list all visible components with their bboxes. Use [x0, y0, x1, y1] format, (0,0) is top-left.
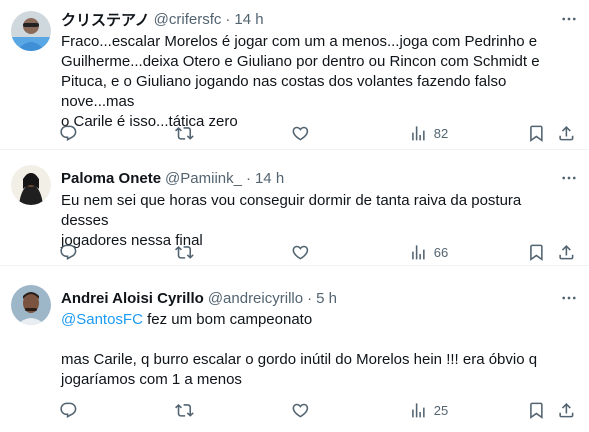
action-bar: 25: [51, 398, 581, 422]
reply-icon: [60, 402, 77, 418]
more-horizontal-icon[interactable]: [559, 9, 579, 29]
tweet-header: Andrei Aloisi Cyrillo @andreicyrillo · 5…: [61, 288, 337, 308]
retweet-icon: [175, 126, 194, 140]
tweet[interactable]: Paloma Onete @Pamiink_ · 14 h Eu nem sei…: [0, 151, 589, 266]
share-icon: [559, 125, 574, 141]
tweet[interactable]: クリステアノ @crifersfc · 14 h Fraco...escalar…: [0, 0, 589, 150]
view-count: 25: [433, 402, 449, 418]
reply-button[interactable]: [59, 240, 78, 264]
bookmark-icon: [530, 402, 543, 419]
action-bar: 82: [51, 121, 581, 145]
view-count: 82: [433, 125, 449, 141]
views-button[interactable]: 82: [409, 121, 448, 145]
like-icon: [292, 245, 309, 260]
share-button[interactable]: [557, 240, 576, 264]
mention-link[interactable]: @SantosFC: [61, 311, 143, 328]
views-icon: [412, 402, 425, 418]
timestamp[interactable]: 5 h: [316, 290, 337, 307]
more-horizontal-icon[interactable]: [559, 288, 579, 308]
view-count: 66: [433, 244, 449, 260]
avatar[interactable]: [11, 11, 51, 51]
user-handle[interactable]: @andreicyrillo: [208, 290, 303, 307]
views-button[interactable]: 66: [409, 240, 448, 264]
share-icon: [559, 244, 574, 260]
bookmark-button[interactable]: [527, 398, 546, 422]
display-name[interactable]: Andrei Aloisi Cyrillo: [61, 290, 204, 307]
tweet-text-line: @SantosFC fez um bom campeonato: [61, 310, 561, 330]
separator-dot: ·: [225, 10, 231, 28]
timestamp[interactable]: 14 h: [234, 11, 263, 28]
views-button[interactable]: 25: [409, 398, 448, 422]
separator-dot: ·: [245, 169, 251, 187]
bookmark-button[interactable]: [527, 121, 546, 145]
like-button[interactable]: [291, 121, 310, 145]
timestamp[interactable]: 14 h: [255, 170, 284, 187]
tweet-text-line: Pituca, e o Giuliano jogando nas costas …: [61, 73, 511, 110]
like-button[interactable]: [291, 398, 310, 422]
views-icon: [412, 125, 425, 141]
display-name[interactable]: クリステアノ: [61, 9, 150, 30]
avatar[interactable]: [11, 165, 51, 205]
retweet-button[interactable]: [175, 398, 194, 422]
like-icon: [292, 403, 309, 418]
tweet-text-line: Fraco...escalar Morelos é jogar com um a…: [61, 33, 538, 50]
tweet-text-line: Eu nem sei que horas vou conseguir dormi…: [61, 192, 526, 229]
tweet-text-fragment: fez um bom campeonato: [142, 311, 313, 328]
reply-icon: [60, 125, 77, 141]
display-name[interactable]: Paloma Onete: [61, 170, 161, 187]
reply-icon: [60, 244, 77, 260]
tweet-header: Paloma Onete @Pamiink_ · 14 h: [61, 168, 284, 188]
share-button[interactable]: [557, 398, 576, 422]
tweet[interactable]: Andrei Aloisi Cyrillo @andreicyrillo · 5…: [0, 267, 589, 432]
tweet-text-line: Guilherme...deixa Otero e Giuliano por d…: [61, 53, 540, 70]
like-icon: [292, 126, 309, 141]
retweet-icon: [175, 245, 194, 259]
retweet-button[interactable]: [175, 121, 194, 145]
views-icon: [412, 244, 425, 260]
bookmark-button[interactable]: [527, 240, 546, 264]
bookmark-icon: [530, 244, 543, 261]
retweet-button[interactable]: [175, 240, 194, 264]
retweet-icon: [175, 403, 194, 417]
tweet-header: クリステアノ @crifersfc · 14 h: [61, 9, 264, 29]
separator-dot: ·: [307, 289, 313, 307]
tweet-text-line: jogaríamos com 1 a menos: [61, 371, 242, 388]
like-button[interactable]: [291, 240, 310, 264]
action-bar: 66: [51, 240, 581, 264]
avatar[interactable]: [11, 285, 51, 325]
tweet-text-line: mas Carile, q burro escalar o gordo inút…: [61, 351, 538, 368]
share-icon: [559, 402, 574, 418]
tweet-text: Fraco...escalar Morelos é jogar com um a…: [61, 32, 581, 132]
user-handle[interactable]: @Pamiink_: [165, 170, 242, 187]
share-button[interactable]: [557, 121, 576, 145]
tweet-text: @SantosFC fez um bom campeonato mas Cari…: [61, 310, 561, 390]
reply-button[interactable]: [59, 398, 78, 422]
reply-button[interactable]: [59, 121, 78, 145]
more-horizontal-icon[interactable]: [559, 168, 579, 188]
user-handle[interactable]: @crifersfc: [154, 11, 222, 28]
bookmark-icon: [530, 125, 543, 142]
